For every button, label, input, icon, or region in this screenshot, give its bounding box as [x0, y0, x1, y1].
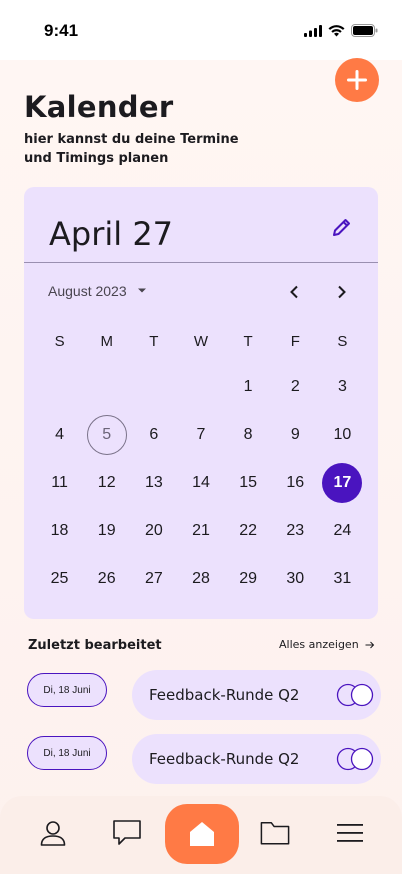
month-dropdown[interactable]: August 2023 [48, 283, 147, 299]
calendar-day[interactable]: 6 [134, 415, 174, 455]
calendar-day-today[interactable]: 5 [86, 415, 127, 455]
calendar-day[interactable]: 24 [322, 511, 362, 551]
entry-date-pill: Di, 18 Juni [27, 673, 107, 707]
bottom-navigation [0, 796, 402, 874]
status-time: 9:41 [44, 21, 79, 40]
recent-entry-card[interactable]: Feedback-Runde Q2 [132, 670, 381, 720]
nav-files[interactable] [260, 818, 290, 848]
chat-icon [113, 820, 141, 845]
calendar-day[interactable]: 19 [87, 511, 127, 551]
arrow-right-icon [365, 641, 374, 648]
nav-profile[interactable] [38, 818, 68, 848]
nav-chat[interactable] [112, 818, 142, 848]
pencil-icon[interactable] [330, 215, 354, 239]
calendar-day[interactable]: 3 [322, 367, 362, 407]
nav-menu[interactable] [335, 818, 365, 848]
calendar-day[interactable]: 25 [40, 559, 80, 599]
weekday-label: F [290, 333, 300, 350]
calendar-card: April 27 August 2023 S M T W T F S 12345… [24, 187, 378, 619]
calendar-day[interactable]: 31 [322, 559, 362, 599]
signal-icon [304, 24, 322, 37]
month-label: August 2023 [48, 283, 127, 299]
calendar-day[interactable]: 7 [181, 415, 221, 455]
weekday-label: S [337, 333, 348, 350]
recent-entry-card[interactable]: Feedback-Runde Q2 [132, 734, 381, 784]
selected-date-heading: April 27 [49, 215, 174, 253]
calendar-day[interactable]: 21 [181, 511, 221, 551]
previous-month-button[interactable] [283, 281, 305, 303]
calendar-day[interactable]: 23 [275, 511, 315, 551]
calendar-day[interactable]: 12 [87, 463, 127, 503]
calendar-day[interactable]: 8 [228, 415, 268, 455]
calendar-day[interactable]: 30 [275, 559, 315, 599]
calendar-day[interactable]: 9 [275, 415, 315, 455]
days-grid: 1 2 3 4 5 6 7 8 9 10 11 12 13 14 15 16 17 18 19 20 21 22 23 24 2… [36, 367, 366, 607]
page-subtitle: hier kannst du deine Termine und Timings… [24, 132, 239, 166]
show-all-link[interactable]: Alles anzeigen [279, 638, 375, 651]
plus-icon [347, 70, 367, 90]
home-icon [190, 822, 214, 846]
weekday-label: W [193, 333, 209, 350]
toggle-icon[interactable] [336, 747, 376, 771]
calendar-day[interactable]: 29 [228, 559, 268, 599]
recent-section-title: Zuletzt bearbeitet [28, 638, 162, 653]
status-icons [304, 24, 378, 37]
page-title: Kalender [24, 90, 174, 124]
calendar-day[interactable]: 22 [228, 511, 268, 551]
calendar-day-selected[interactable]: 17 [322, 463, 363, 503]
nav-home[interactable] [165, 804, 239, 864]
entry-label: Feedback-Runde Q2 [149, 686, 300, 704]
calendar-day[interactable]: 18 [40, 511, 80, 551]
weekday-label: M [100, 333, 113, 350]
calendar-day[interactable]: 26 [87, 559, 127, 599]
calendar-day[interactable]: 15 [228, 463, 268, 503]
wifi-icon [328, 24, 345, 36]
calendar-day[interactable]: 10 [322, 415, 362, 455]
calendar-day[interactable]: 20 [134, 511, 174, 551]
status-bar: 9:41 [0, 0, 402, 60]
calendar-day[interactable]: 16 [275, 463, 315, 503]
weekday-label: S [54, 333, 65, 350]
weekday-row: S M T W T F S [36, 333, 366, 353]
entry-date-pill: Di, 18 Juni [27, 736, 107, 770]
battery-icon [351, 24, 378, 37]
chevron-right-icon [338, 285, 346, 299]
calendar-day[interactable]: 4 [40, 415, 80, 455]
folder-icon [260, 821, 290, 845]
next-month-button[interactable] [331, 281, 353, 303]
show-all-label: Alles anzeigen [279, 638, 359, 651]
calendar-day[interactable]: 1 [228, 367, 268, 407]
calendar-day[interactable]: 27 [134, 559, 174, 599]
calendar-day[interactable]: 11 [40, 463, 80, 503]
calendar-day[interactable]: 28 [181, 559, 221, 599]
calendar-divider [24, 262, 378, 263]
chevron-left-icon [290, 285, 298, 299]
add-event-button[interactable] [335, 58, 379, 102]
entry-label: Feedback-Runde Q2 [149, 750, 300, 768]
toggle-icon[interactable] [336, 683, 376, 707]
caret-down-icon [137, 288, 146, 293]
calendar-day[interactable]: 13 [134, 463, 174, 503]
calendar-day[interactable]: 14 [181, 463, 221, 503]
weekday-label: T [243, 333, 253, 350]
weekday-label: T [149, 333, 159, 350]
calendar-day[interactable]: 2 [275, 367, 315, 407]
menu-icon [337, 824, 363, 842]
profile-icon [40, 821, 66, 846]
